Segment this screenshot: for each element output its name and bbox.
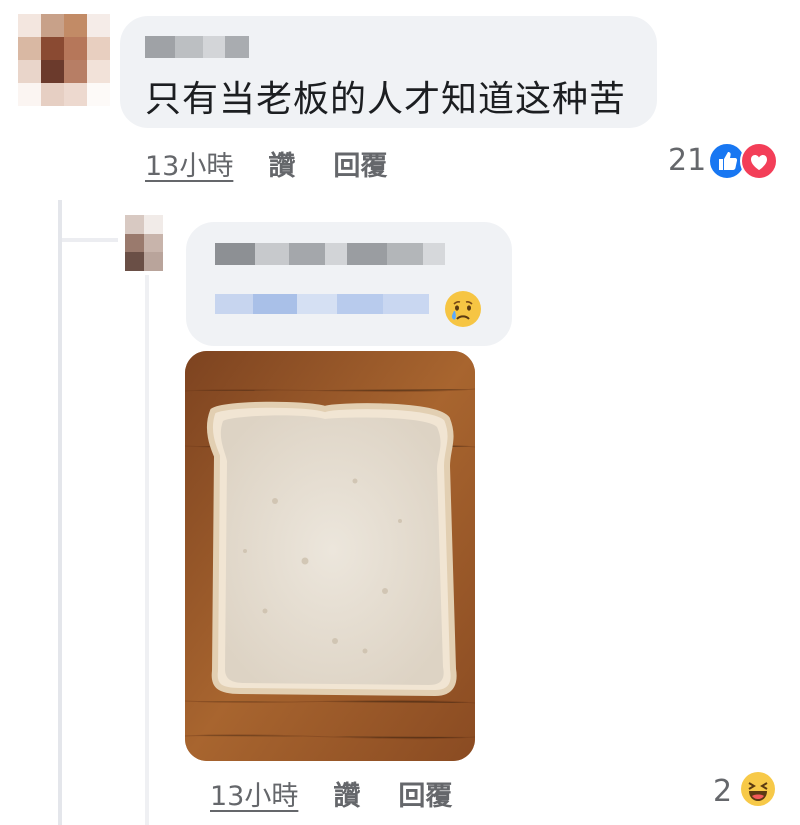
crying-face-icon [444, 290, 482, 328]
reaction-count[interactable]: 21 [668, 143, 706, 178]
thread-branch [58, 238, 118, 242]
reply-actions: 13小時 讚 回覆 [210, 774, 452, 813]
comment-actions: 13小時 讚 回覆 [145, 144, 387, 183]
commenter-avatar[interactable] [18, 14, 110, 106]
love-icon[interactable] [740, 142, 778, 180]
reply-timestamp[interactable]: 13小時 [210, 774, 298, 813]
comment-timestamp[interactable]: 13小時 [145, 144, 233, 183]
comment-text: 只有当老板的人才知道这种苦 [145, 79, 627, 120]
like-button[interactable]: 讚 [268, 144, 295, 183]
commenter-name-blurred[interactable] [145, 36, 249, 58]
bread-slice-photo[interactable] [185, 351, 475, 761]
replier-name-blurred[interactable] [215, 243, 445, 265]
replier-avatar[interactable] [125, 215, 163, 271]
reply-like-button[interactable]: 讚 [333, 774, 360, 813]
reply-reply-button[interactable]: 回覆 [398, 774, 452, 813]
reply-reaction-count[interactable]: 2 [713, 774, 732, 809]
reply-button[interactable]: 回覆 [333, 144, 387, 183]
reply-text-blurred [215, 294, 429, 314]
haha-icon[interactable] [740, 771, 776, 807]
thread-line [58, 200, 62, 825]
reply-thread-line [145, 275, 149, 825]
